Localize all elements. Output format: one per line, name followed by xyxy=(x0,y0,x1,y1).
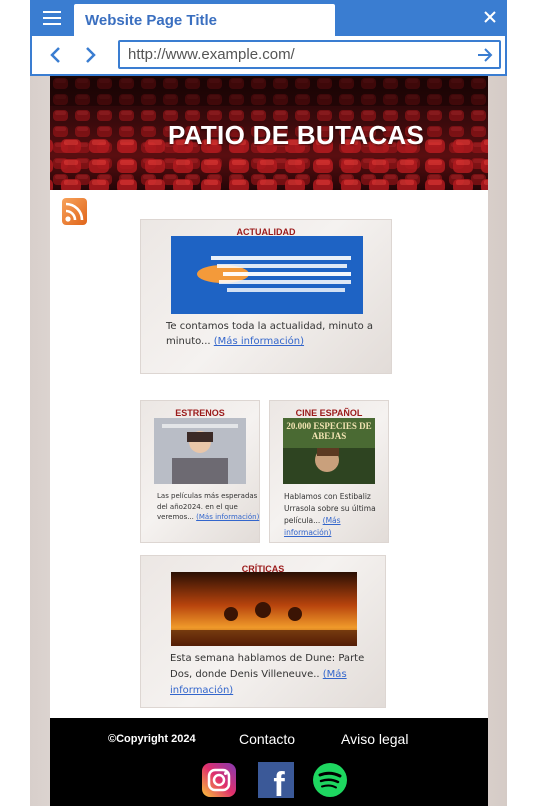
news-image xyxy=(171,236,363,314)
close-icon xyxy=(484,11,496,23)
movie-poster-image xyxy=(154,418,246,484)
site-banner: PATIO DE BUTACAS xyxy=(50,76,488,190)
spotify-link[interactable] xyxy=(312,762,348,798)
card-title: ESTRENOS xyxy=(175,408,225,418)
site-footer: ©Copyright 2024 Contacto Aviso legal f xyxy=(50,718,488,806)
card-description: Hablamos con Estibaliz Urrasola sobre su… xyxy=(284,492,376,537)
dune-poster-image xyxy=(171,572,357,646)
poster-title: 20.000 ESPECIES DE ABEJAS xyxy=(286,421,372,441)
back-arrow-icon xyxy=(50,47,60,63)
criticas-image xyxy=(171,572,357,646)
browser-chrome: Website Page Title http://www.example.co… xyxy=(30,0,507,76)
page-viewport: PATIO DE BUTACAS ACTUALIDAD Te contamos … xyxy=(30,76,507,806)
forward-button[interactable] xyxy=(76,40,106,70)
card-title: CINE ESPAÑOL xyxy=(295,408,363,418)
card-criticas: CRÍTICAS Esta semana hablamos de Dune: P… xyxy=(140,555,386,708)
card-cine-espanol: CINE ESPAÑOL 20.000 ESPECIES DE ABEJAS H… xyxy=(269,400,389,543)
tab-title: Website Page Title xyxy=(85,11,217,29)
facebook-icon: f xyxy=(258,762,294,804)
facebook-link[interactable]: f xyxy=(258,762,294,804)
go-button[interactable] xyxy=(475,45,495,65)
address-bar[interactable]: http://www.example.com/ xyxy=(118,40,501,69)
contact-link[interactable]: Contacto xyxy=(239,731,295,747)
browser-toolbar: http://www.example.com/ xyxy=(32,36,505,74)
card-estrenos: ESTRENOS Las películas más esperadas del… xyxy=(140,400,260,543)
legal-notice-link[interactable]: Aviso legal xyxy=(341,731,408,747)
rss-icon xyxy=(65,202,84,222)
card-description: Te contamos toda la actualidad, minuto a… xyxy=(166,321,374,347)
estrenos-poster xyxy=(154,418,246,484)
copyright-text: ©Copyright 2024 xyxy=(108,733,196,745)
spotify-icon xyxy=(313,763,347,797)
go-arrow-icon xyxy=(478,48,493,62)
banner-title: PATIO DE BUTACAS xyxy=(168,120,425,150)
forward-arrow-icon xyxy=(86,47,96,63)
page-content: PATIO DE BUTACAS ACTUALIDAD Te contamos … xyxy=(50,76,488,806)
instagram-link[interactable] xyxy=(201,762,237,798)
menu-icon xyxy=(43,11,61,25)
speed-lines-image xyxy=(197,256,351,292)
close-button[interactable] xyxy=(479,6,501,28)
more-info-link[interactable]: (Más información) xyxy=(196,513,259,521)
instagram-icon xyxy=(202,763,236,797)
facebook-letter: f xyxy=(273,766,285,798)
more-info-link[interactable]: (Más información) xyxy=(214,336,304,347)
rss-button[interactable] xyxy=(62,198,87,225)
card-actualidad: ACTUALIDAD Te contamos toda la actualida… xyxy=(140,219,392,374)
address-bar-url: http://www.example.com/ xyxy=(128,46,295,63)
card-description: Esta semana hablamos de Dune: Parte Dos,… xyxy=(170,653,365,696)
menu-button[interactable] xyxy=(30,0,74,36)
card-description: Las películas más esperadas del año2024.… xyxy=(157,492,260,521)
cine-espanol-poster: 20.000 ESPECIES DE ABEJAS xyxy=(283,418,375,484)
browser-tab[interactable]: Website Page Title xyxy=(74,4,335,36)
back-button[interactable] xyxy=(40,40,70,70)
